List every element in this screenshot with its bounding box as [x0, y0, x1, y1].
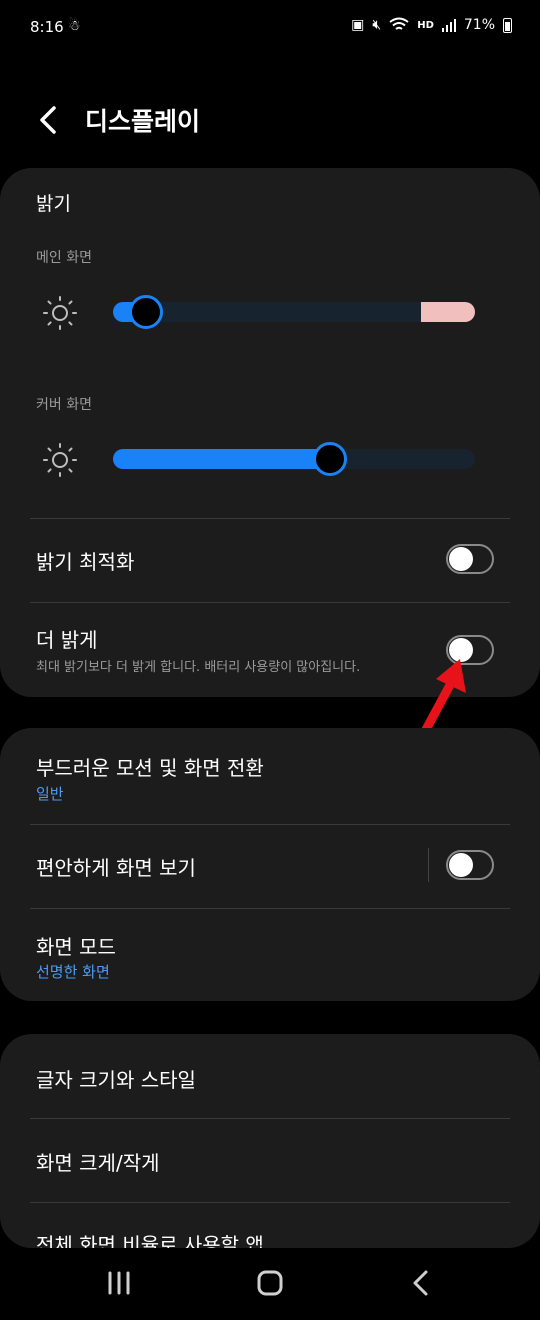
- full-screen-apps-item[interactable]: 전체 화면 비율로 사용할 앱: [36, 1229, 264, 1248]
- eye-comfort-toggle[interactable]: [446, 850, 494, 880]
- cover-brightness-slider[interactable]: [113, 442, 475, 476]
- wifi-icon: [389, 17, 409, 30]
- motion-smoothness-title: 부드러운 모션 및 화면 전환: [36, 756, 264, 780]
- divider: [30, 908, 510, 909]
- toggle-knob: [449, 853, 473, 877]
- slider-thumb[interactable]: [313, 442, 348, 476]
- eye-comfort-title: 편안하게 화면 보기: [36, 856, 196, 880]
- recents-icon: [108, 1271, 130, 1295]
- status-bar: 8:16 ☃ ▣ 🔇︎ HD 71%: [0, 0, 540, 58]
- home-button[interactable]: [250, 1266, 290, 1302]
- page-title: 디스플레이: [85, 107, 201, 136]
- back-icon: [413, 1270, 428, 1296]
- screen-mode-value: 선명한 화면: [36, 963, 110, 981]
- screen-zoom-item[interactable]: 화면 크게/작게: [36, 1147, 160, 1176]
- adaptive-brightness-toggle[interactable]: [446, 544, 494, 574]
- battery-icon: [503, 17, 512, 33]
- brightness-card: 밝기 메인 화면 커버 화면 밝기 최적화 더 밝게 최대 밝기보다 더 밝게 …: [0, 168, 540, 697]
- back-nav-button[interactable]: [401, 1266, 441, 1302]
- signal-icon: [441, 18, 456, 32]
- extra-brightness-title: 더 밝게: [36, 628, 98, 652]
- sun-icon: [43, 296, 77, 330]
- screen-mode-title: 화면 모드: [36, 935, 116, 959]
- vertical-divider: [428, 848, 429, 882]
- divider: [30, 824, 510, 825]
- adaptive-brightness-title: 밝기 최적화: [36, 550, 135, 574]
- app-notification-icon: ☃: [68, 18, 81, 34]
- battery-saver-icon: ▣: [351, 17, 365, 33]
- divider: [30, 1202, 510, 1203]
- chevron-left-icon: [40, 106, 56, 134]
- status-time: 8:16: [30, 18, 64, 36]
- divider: [30, 602, 510, 603]
- mute-icon: 🔇︎: [372, 17, 382, 33]
- main-brightness-slider[interactable]: [113, 295, 475, 329]
- toggle-knob: [449, 547, 473, 571]
- slider-fill: [113, 449, 331, 469]
- brightness-title: 밝기: [36, 193, 71, 215]
- extra-brightness-description: 최대 밝기보다 더 밝게 합니다. 배터리 사용량이 많아집니다.: [36, 660, 361, 675]
- extra-brightness-range: [420, 302, 475, 322]
- cover-screen-label: 커버 화면: [36, 397, 92, 413]
- status-icons: ▣ 🔇︎ HD 71%: [351, 17, 512, 33]
- page-header: 디스플레이: [0, 90, 540, 150]
- navigation-bar: [0, 1248, 540, 1320]
- divider: [30, 1118, 510, 1119]
- font-size-style-item[interactable]: 글자 크기와 스타일: [36, 1064, 196, 1093]
- slider-thumb[interactable]: [128, 295, 163, 329]
- back-button[interactable]: [30, 100, 66, 140]
- text-screen-card: 글자 크기와 스타일 화면 크게/작게 전체 화면 비율로 사용할 앱: [0, 1034, 540, 1248]
- home-icon: [257, 1270, 283, 1296]
- display-options-card: 부드러운 모션 및 화면 전환 일반 편안하게 화면 보기 화면 모드 선명한 …: [0, 728, 540, 1001]
- recents-button[interactable]: [99, 1266, 139, 1302]
- main-screen-label: 메인 화면: [36, 250, 92, 266]
- battery-percent: 71%: [463, 17, 495, 33]
- hd-voice-icon: HD: [417, 19, 434, 31]
- divider: [30, 518, 510, 519]
- motion-smoothness-value: 일반: [36, 785, 64, 803]
- sun-icon: [43, 443, 77, 477]
